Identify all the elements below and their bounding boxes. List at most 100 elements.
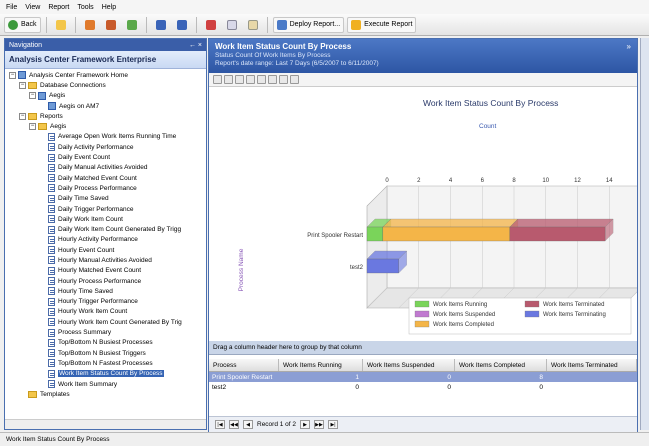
tree-item[interactable]: Work Item Status Count By Process <box>5 369 206 379</box>
tree-item[interactable]: Daily Event Count <box>5 152 206 162</box>
tree-item-label: Daily Matched Event Count <box>58 174 137 182</box>
column-header-completed[interactable]: Work Items Completed <box>455 359 547 371</box>
report-icon <box>48 277 55 286</box>
tree-item-label: Top/Bottom N Fastest Processes <box>58 359 153 367</box>
tree-item[interactable]: Hourly Manual Activities Avoided <box>5 255 206 265</box>
grid-table: Process Work Items Running Work Items Su… <box>209 359 637 392</box>
navigation-scrollbar[interactable] <box>5 419 206 429</box>
menu-tools[interactable]: Tools <box>77 4 93 11</box>
last-record-icon[interactable]: ▶| <box>328 420 339 429</box>
prev-page-icon[interactable]: ◀◀ <box>229 420 239 429</box>
chart-print-icon[interactable] <box>224 75 233 84</box>
next-page-icon[interactable]: ▶▶ <box>314 420 325 429</box>
back-button[interactable]: Back <box>4 16 41 33</box>
copy-button[interactable] <box>223 17 241 33</box>
collapse-toggle-icon[interactable]: − <box>29 123 36 131</box>
tree-item-label: Work Item Status Count By Process <box>58 370 164 378</box>
report-button[interactable] <box>123 17 141 33</box>
column-header-running[interactable]: Work Items Running <box>279 359 363 371</box>
menu-file[interactable]: File <box>6 4 17 11</box>
report-icon <box>48 359 55 368</box>
table-row[interactable]: test2 0 0 0 <box>209 382 637 392</box>
column-header-terminated[interactable]: Work Items Terminated <box>547 359 637 371</box>
tree-item[interactable]: Hourly Process Performance <box>5 276 206 286</box>
menu-view[interactable]: View <box>25 4 40 11</box>
chart-grid-icon[interactable] <box>290 75 299 84</box>
report-icon <box>48 235 55 244</box>
tree-item[interactable]: Templates <box>5 389 206 399</box>
tree-item-label: Analysis Center Framework Home <box>29 71 128 79</box>
bar-top-3-0 <box>509 218 614 228</box>
tree-item-label: Aegis on AM7 <box>59 102 100 110</box>
folder-icon <box>28 81 37 89</box>
save-all-button[interactable] <box>173 17 191 33</box>
menu-help[interactable]: Help <box>102 4 116 11</box>
grid-header-row: Process Work Items Running Work Items Su… <box>209 359 637 372</box>
tree-item[interactable]: Top/Bottom N Fastest Processes <box>5 358 206 368</box>
report-icon <box>48 256 55 265</box>
chart-copy-icon[interactable] <box>213 75 222 84</box>
menu-report[interactable]: Report <box>48 4 69 11</box>
tree-item[interactable]: Daily Work Item Count Generated By Trigg <box>5 224 206 234</box>
tree-item[interactable]: Daily Trigger Performance <box>5 204 206 214</box>
tree-item[interactable]: − Aegis <box>5 91 206 101</box>
tree-item[interactable]: − Aegis <box>5 121 206 131</box>
database-icon <box>38 91 46 100</box>
first-record-icon[interactable]: |◀ <box>215 420 225 429</box>
status-bar: Work Item Status Count By Process <box>0 432 649 446</box>
tree-item[interactable]: Hourly Matched Event Count <box>5 266 206 276</box>
tree-item[interactable]: Hourly Event Count <box>5 245 206 255</box>
execute-report-button[interactable]: Execute Report <box>347 16 417 33</box>
table-row[interactable]: Print Spooler Restart 1 0 8 <box>209 372 637 382</box>
tree-item[interactable]: Average Open Work Items Running Time <box>5 132 206 142</box>
tree-item[interactable]: Top/Bottom N Busiest Processes <box>5 338 206 348</box>
column-header-suspended[interactable]: Work Items Suspended <box>363 359 455 371</box>
next-record-icon[interactable]: ▶ <box>300 420 311 429</box>
tree-item[interactable]: Daily Work Item Count <box>5 214 206 224</box>
tree-item[interactable]: Daily Manual Activities Avoided <box>5 163 206 173</box>
tree-item[interactable]: Daily Activity Performance <box>5 142 206 152</box>
chart-export-icon[interactable] <box>246 75 255 84</box>
settings-button[interactable] <box>102 17 120 33</box>
tree-item[interactable]: Hourly Time Saved <box>5 286 206 296</box>
deploy-report-button[interactable]: Deploy Report... <box>272 16 345 33</box>
chart-side-wall <box>366 185 388 309</box>
tree-item[interactable]: Process Summary <box>5 327 206 337</box>
prev-record-icon[interactable]: ◀ <box>243 420 253 429</box>
save-button[interactable] <box>152 17 170 33</box>
chart-3d-icon[interactable] <box>268 75 277 84</box>
new-button[interactable] <box>52 17 70 33</box>
side-panel-strip[interactable] <box>640 38 649 430</box>
tree-item[interactable]: Hourly Work Item Count Generated By Trig <box>5 317 206 327</box>
tree-item[interactable]: Daily Matched Event Count <box>5 173 206 183</box>
collapse-icon[interactable]: » <box>627 42 631 51</box>
bar-2-0 <box>382 226 511 242</box>
tree-item[interactable]: Work Item Summary <box>5 379 206 389</box>
tree-item[interactable]: − Database Connections <box>5 80 206 90</box>
tree-item[interactable]: Aegis on AM7 <box>5 101 206 111</box>
collapse-toggle-icon[interactable]: − <box>19 112 26 120</box>
delete-icon <box>205 19 216 30</box>
tree-item[interactable]: − Reports <box>5 111 206 121</box>
delete-button[interactable] <box>202 17 220 33</box>
collapse-toggle-icon[interactable]: − <box>19 81 26 89</box>
chart-area: Work Item Status Count By Process Count Pr… <box>209 88 637 341</box>
chart-preview-icon[interactable] <box>235 75 244 84</box>
collapse-toggle-icon[interactable]: − <box>9 71 16 79</box>
tree-item[interactable]: − Analysis Center Framework Home <box>5 70 206 80</box>
tree-item[interactable]: Daily Time Saved <box>5 194 206 204</box>
tree-item[interactable]: Hourly Activity Performance <box>5 235 206 245</box>
pin-close-icon[interactable]: ← × <box>189 42 202 49</box>
tree-item-label: Aegis <box>49 92 66 100</box>
tree-item[interactable]: Daily Process Performance <box>5 183 206 193</box>
home-button[interactable] <box>81 17 99 33</box>
chart-legend-icon[interactable] <box>279 75 288 84</box>
chart-type-icon[interactable] <box>257 75 266 84</box>
paste-button[interactable] <box>244 17 262 33</box>
x-tick-label: 12 <box>574 178 581 184</box>
tree-item[interactable]: Top/Bottom N Busiest Triggers <box>5 348 206 358</box>
tree-item[interactable]: Hourly Work Item Count <box>5 307 206 317</box>
collapse-toggle-icon[interactable]: − <box>29 92 36 100</box>
column-header-process[interactable]: Process <box>209 359 279 371</box>
tree-item[interactable]: Hourly Trigger Performance <box>5 297 206 307</box>
